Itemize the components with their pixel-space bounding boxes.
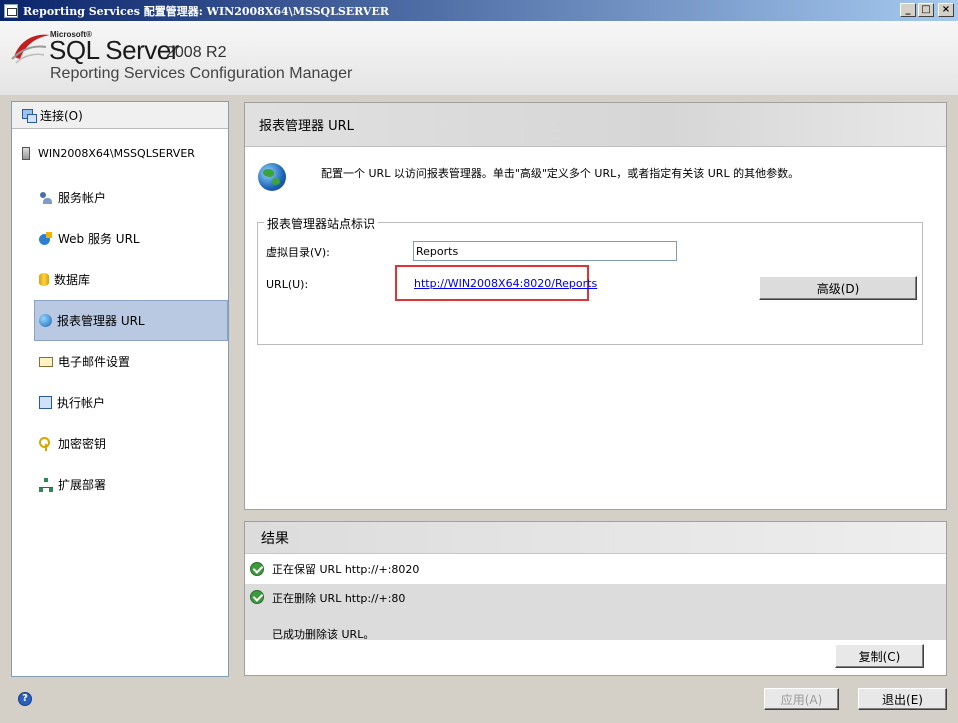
execution-account-icon [39, 396, 52, 409]
service-account-icon [39, 191, 53, 205]
copy-button[interactable]: 复制(C) [835, 644, 924, 668]
site-identification-group: 报表管理器站点标识 虚拟目录(V): URL(U): http://WIN200… [257, 215, 923, 345]
sidebar-item-encryption-keys[interactable]: 加密密钥 [12, 423, 228, 464]
result-text: 正在保留 URL http://+:8020 [272, 563, 420, 576]
report-manager-url-panel: 报表管理器 URL 配置一个 URL 以访问报表管理器。单击"高级"定义多个 U… [244, 102, 947, 510]
app-icon [4, 3, 18, 18]
virtual-directory-input[interactable] [413, 241, 677, 261]
product-name: SQL Server [49, 35, 179, 65]
page-title: 报表管理器 URL [245, 103, 946, 147]
result-text: 正在删除 URL http://+:80 [272, 592, 406, 605]
sidebar-item-database[interactable]: 数据库 [12, 259, 228, 300]
sidebar-item-scale-out-deployment[interactable]: 扩展部署 [12, 464, 228, 505]
report-manager-url-link[interactable]: http://WIN2008X64:8020/Reports [414, 277, 597, 290]
globe-icon [39, 314, 52, 327]
sidebar-item-label: 报表管理器 URL [57, 314, 145, 328]
group-title: 报表管理器站点标识 [264, 215, 379, 232]
sidebar-item-service-account[interactable]: 服务帐户 [12, 177, 228, 218]
scale-out-icon [39, 477, 53, 492]
connect-button[interactable]: 连接(O) [12, 102, 228, 129]
connect-icon [22, 108, 37, 123]
maximize-button[interactable]: □ [918, 3, 934, 17]
sidebar-item-label: 执行帐户 [57, 396, 106, 410]
sidebar-item-report-manager-url[interactable]: 报表管理器 URL [34, 300, 228, 341]
sidebar-item-label: 加密密钥 [58, 437, 107, 451]
results-panel: 结果 正在保留 URL http://+:8020 正在删除 URL http:… [244, 521, 947, 676]
mail-icon [39, 356, 53, 367]
server-node[interactable]: WIN2008X64\MSSQLSERVER [12, 129, 228, 177]
navigation-panel: 连接(O) WIN2008X64\MSSQLSERVER 服务帐户 Web 服务… [11, 101, 229, 677]
database-icon [39, 273, 49, 286]
url-label: URL(U): [266, 278, 309, 291]
sidebar-item-label: Web 服务 URL [58, 232, 140, 246]
product-subtitle: Reporting Services Configuration Manager [50, 65, 353, 82]
virtual-directory-label: 虚拟目录(V): [266, 246, 330, 259]
sidebar-item-email-settings[interactable]: 电子邮件设置 [12, 341, 228, 382]
sidebar-item-label: 电子邮件设置 [58, 355, 131, 369]
help-icon[interactable]: ? [18, 692, 32, 706]
sidebar-item-label: 扩展部署 [58, 478, 107, 492]
success-check-icon [250, 590, 264, 604]
sidebar-item-execution-account[interactable]: 执行帐户 [12, 382, 228, 423]
product-header: Microsoft® SQL Server 2008 R2 Reporting … [0, 21, 958, 95]
results-title: 结果 [245, 522, 946, 554]
minimize-button[interactable]: _ [900, 3, 916, 17]
success-check-icon [250, 562, 264, 576]
window-title-bar[interactable]: Reporting Services 配置管理器: WIN2008X64\MSS… [0, 0, 958, 21]
close-button[interactable]: × [938, 3, 954, 17]
product-version: 2008 R2 [166, 44, 227, 61]
advanced-button[interactable]: 高级(D) [759, 276, 917, 300]
sidebar-item-web-service-url[interactable]: Web 服务 URL [12, 218, 228, 259]
sidebar-item-label: 数据库 [54, 273, 91, 287]
intro-text: 配置一个 URL 以访问报表管理器。单击"高级"定义多个 URL，或者指定有关该… [321, 167, 800, 180]
server-name: WIN2008X64\MSSQLSERVER [38, 146, 195, 160]
intro-section: 配置一个 URL 以访问报表管理器。单击"高级"定义多个 URL，或者指定有关该… [258, 163, 799, 191]
web-service-icon [39, 231, 53, 246]
globe-icon [258, 163, 286, 191]
window-controls: _ □ × [900, 3, 954, 17]
result-message: 已成功删除该 URL。 [272, 628, 375, 641]
sql-server-logo-icon [11, 34, 50, 64]
exit-button[interactable]: 退出(E) [858, 688, 947, 710]
key-icon [39, 436, 53, 451]
server-icon [22, 146, 30, 160]
sidebar-item-label: 服务帐户 [58, 191, 107, 205]
apply-button[interactable]: 应用(A) [764, 688, 839, 710]
connect-label: 连接(O) [40, 108, 83, 123]
window-title: Reporting Services 配置管理器: WIN2008X64\MSS… [23, 4, 389, 18]
result-row: 正在保留 URL http://+:8020 [245, 556, 946, 582]
